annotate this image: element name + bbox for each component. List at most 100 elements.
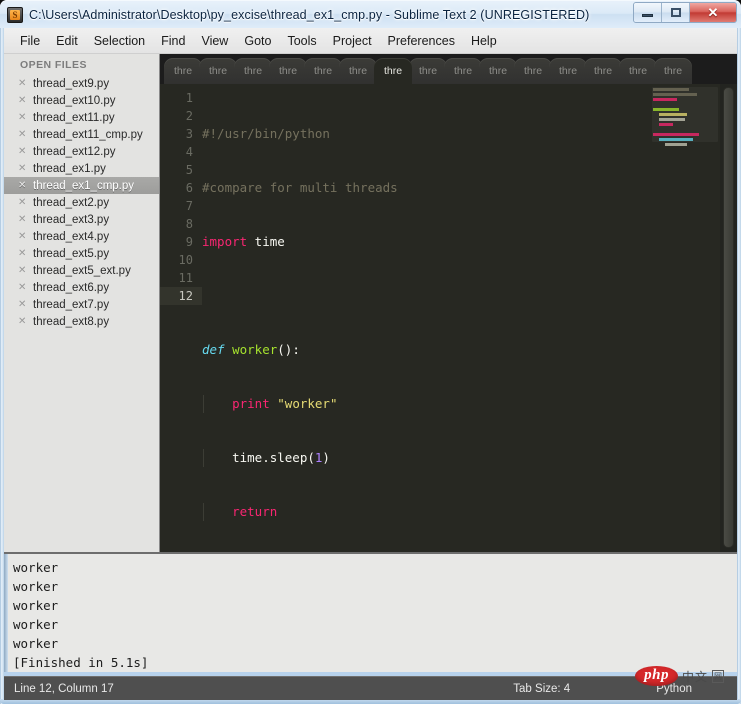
line-number: 12 — [160, 287, 202, 305]
sidebar-open-files: OPEN FILES ✕thread_ext9.py✕thread_ext10.… — [4, 54, 160, 552]
editor-scrollbar[interactable] — [720, 84, 737, 552]
open-file-item[interactable]: ✕thread_ext7.py — [4, 296, 159, 313]
console-output-text[interactable]: workerworkerworkerworkerworker[Finished … — [8, 554, 737, 672]
menu-item-file[interactable]: File — [12, 31, 48, 51]
maximize-button[interactable] — [662, 3, 690, 22]
close-file-icon[interactable]: ✕ — [18, 78, 26, 89]
editor-tab-label: thre — [349, 65, 367, 77]
editor-tab-label: thre — [454, 65, 472, 77]
open-file-item[interactable]: ✕ thread_ext12.py — [4, 143, 159, 160]
main-body: OPEN FILES ✕thread_ext9.py✕thread_ext10.… — [4, 54, 737, 672]
minimap-line — [665, 143, 687, 146]
open-file-item[interactable]: ✕thread_ext9.py — [4, 75, 159, 92]
open-file-label: thread_ext5.py — [33, 248, 109, 260]
open-file-item[interactable]: ✕ thread_ext5.py — [4, 245, 159, 262]
close-file-icon[interactable]: ✕ — [18, 282, 26, 293]
minimap-line — [659, 138, 693, 141]
editor-tab-label: thre — [489, 65, 507, 77]
close-file-icon[interactable]: ✕ — [18, 299, 26, 310]
close-icon: ✕ — [708, 6, 719, 19]
editor-scrollbar-thumb[interactable] — [723, 87, 734, 548]
open-file-label: thread_ext10.py — [33, 95, 115, 107]
minimize-button[interactable] — [634, 3, 662, 22]
code-line-8: return — [202, 503, 650, 521]
editor-tab[interactable]: thre — [164, 58, 202, 84]
minimap-line — [659, 113, 687, 116]
open-file-label: thread_ext12.py — [33, 146, 115, 158]
status-tab-size[interactable]: Tab Size: 4 — [513, 683, 570, 695]
editor-tab-label: thre — [419, 65, 437, 77]
editor-tab[interactable]: thre — [409, 58, 447, 84]
menu-item-preferences[interactable]: Preferences — [380, 31, 463, 51]
close-file-icon[interactable]: ✕ — [18, 197, 26, 208]
minimap-line — [659, 118, 685, 121]
open-file-item[interactable]: ✕thread_ext6.py — [4, 279, 159, 296]
code-line-4 — [202, 287, 650, 305]
code-area[interactable]: #!/usr/bin/python #compare for multi thr… — [202, 84, 650, 552]
editor-tab[interactable]: thre — [339, 58, 377, 84]
editor-tab[interactable]: thre — [234, 58, 272, 84]
open-file-item[interactable]: ✕thread_ext11.py — [4, 109, 159, 126]
open-file-item[interactable]: ✕thread_ext3.py — [4, 211, 159, 228]
build-output-panel: workerworkerworkerworkerworker[Finished … — [4, 552, 737, 672]
menu-item-selection[interactable]: Selection — [86, 31, 153, 51]
close-file-icon[interactable]: ✕ — [18, 146, 26, 157]
menu-item-find[interactable]: Find — [153, 31, 193, 51]
minimap[interactable] — [650, 84, 720, 552]
close-file-icon[interactable]: ✕ — [18, 231, 26, 242]
editor-tab[interactable]: thre — [374, 58, 412, 84]
menu-item-edit[interactable]: Edit — [48, 31, 86, 51]
editor-tab[interactable]: thre — [619, 58, 657, 84]
editor-tab[interactable]: thre — [549, 58, 587, 84]
close-file-icon[interactable]: ✕ — [18, 214, 26, 225]
open-file-item[interactable]: ✕thread_ex1_cmp.py — [4, 177, 159, 194]
editor-tab[interactable]: thre — [304, 58, 342, 84]
menu-item-view[interactable]: View — [193, 31, 236, 51]
editor-tab[interactable]: thre — [479, 58, 517, 84]
menu-item-help[interactable]: Help — [463, 31, 505, 51]
menu-item-project[interactable]: Project — [325, 31, 380, 51]
close-file-icon[interactable]: ✕ — [18, 265, 26, 276]
sublime-text-icon — [7, 7, 23, 23]
maximize-icon — [671, 8, 681, 17]
open-file-item[interactable]: ✕thread_ext8.py — [4, 313, 159, 330]
line-number: 3 — [160, 125, 193, 143]
editor-tab[interactable]: thre — [269, 58, 307, 84]
open-file-item[interactable]: ✕ thread_ext5_ext.py — [4, 262, 159, 279]
close-file-icon[interactable]: ✕ — [18, 180, 26, 191]
open-file-item[interactable]: ✕thread_ext4.py — [4, 228, 159, 245]
close-file-icon[interactable]: ✕ — [18, 316, 26, 327]
close-file-icon[interactable]: ✕ — [18, 129, 26, 140]
open-file-item[interactable]: ✕thread_ext11_cmp.py — [4, 126, 159, 143]
editor-tab-label: thre — [594, 65, 612, 77]
editor-tab[interactable]: thre — [514, 58, 552, 84]
close-file-icon[interactable]: ✕ — [18, 95, 26, 106]
console-line: worker — [13, 558, 737, 577]
close-file-icon[interactable]: ✕ — [18, 248, 26, 259]
close-file-icon[interactable]: ✕ — [18, 163, 26, 174]
open-file-item[interactable]: ✕ thread_ex1.py — [4, 160, 159, 177]
open-file-label: thread_ext5_ext.py — [33, 265, 131, 277]
editor-tab[interactable]: thre — [654, 58, 692, 84]
code-line-1: #!/usr/bin/python — [202, 125, 650, 143]
menu-item-tools[interactable]: Tools — [279, 31, 324, 51]
console-line: worker — [13, 577, 737, 596]
editor-tab[interactable]: thre — [444, 58, 482, 84]
menu-item-goto[interactable]: Goto — [236, 31, 279, 51]
editor-tab-label: thre — [629, 65, 647, 77]
status-right-group: Tab Size: 4 Python — [513, 683, 737, 695]
open-file-item[interactable]: ✕thread_ext2.py — [4, 194, 159, 211]
status-cursor-position: Line 12, Column 17 — [14, 683, 114, 695]
editor-tab[interactable]: thre — [199, 58, 237, 84]
editor-tab-label: thre — [524, 65, 542, 77]
open-file-label: thread_ex1.py — [33, 163, 106, 175]
close-file-icon[interactable]: ✕ — [18, 112, 26, 123]
editor-tab-label: thre — [209, 65, 227, 77]
status-syntax-mode[interactable]: Python — [656, 683, 692, 695]
close-button[interactable]: ✕ — [690, 3, 736, 22]
editor-tab-label: thre — [279, 65, 297, 77]
open-file-item[interactable]: ✕ thread_ext10.py — [4, 92, 159, 109]
editor-tab-label: thre — [314, 65, 332, 77]
open-files-list: ✕thread_ext9.py✕thread_ext10.py✕thread_e… — [4, 75, 159, 330]
editor-tab[interactable]: thre — [584, 58, 622, 84]
